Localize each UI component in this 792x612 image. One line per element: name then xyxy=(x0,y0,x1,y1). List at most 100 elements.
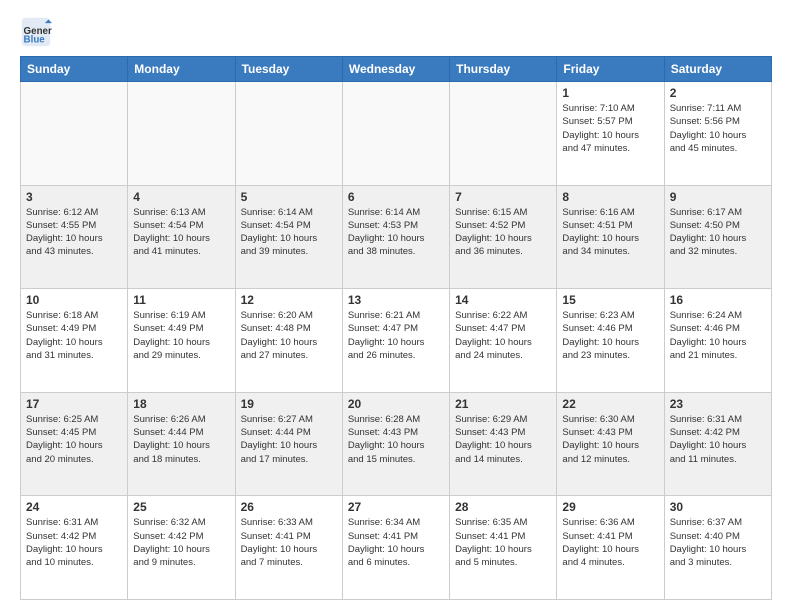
calendar-cell: 26Sunrise: 6:33 AM Sunset: 4:41 PM Dayli… xyxy=(235,496,342,600)
calendar-cell xyxy=(450,82,557,186)
day-number: 20 xyxy=(348,397,444,411)
calendar: SundayMondayTuesdayWednesdayThursdayFrid… xyxy=(20,56,772,600)
day-number: 6 xyxy=(348,190,444,204)
day-info: Sunrise: 7:10 AM Sunset: 5:57 PM Dayligh… xyxy=(562,102,658,155)
calendar-cell: 11 Sunrise: 6:19 AM Sunset: 4:49 PM Dayli… xyxy=(128,289,235,393)
weekday-header: Wednesday xyxy=(342,57,449,82)
calendar-cell: 15 Sunrise: 6:23 AM Sunset: 4:46 PM Dayli… xyxy=(557,289,664,393)
calendar-cell: 4Sunrise: 6:13 AM Sunset: 4:54 PM Daylig… xyxy=(128,185,235,289)
calendar-body: 1 Sunrise: 7:10 AM Sunset: 5:57 PM Daylig… xyxy=(21,82,772,600)
logo: General Blue xyxy=(20,16,56,48)
day-info: Sunrise: 6:14 AM Sunset: 4:53 PM Dayligh… xyxy=(348,206,444,259)
calendar-cell: 21 Sunrise: 6:29 AM Sunset: 4:43 PM Dayli… xyxy=(450,392,557,496)
day-number: 11 xyxy=(133,293,229,307)
day-info: Sunrise: 6:34 AM Sunset: 4:41 PM Dayligh… xyxy=(348,516,444,569)
calendar-cell: 30Sunrise: 6:37 AM Sunset: 4:40 PM Dayli… xyxy=(664,496,771,600)
calendar-cell: 13 Sunrise: 6:21 AM Sunset: 4:47 PM Dayli… xyxy=(342,289,449,393)
calendar-cell: 24 Sunrise: 6:31 AM Sunset: 4:42 PM Dayli… xyxy=(21,496,128,600)
day-info: Sunrise: 6:33 AM Sunset: 4:41 PM Dayligh… xyxy=(241,516,337,569)
day-number: 16 xyxy=(670,293,766,307)
day-info: Sunrise: 6:26 AM Sunset: 4:44 PM Dayligh… xyxy=(133,413,229,466)
day-info: Sunrise: 6:19 AM Sunset: 4:49 PM Dayligh… xyxy=(133,309,229,362)
day-number: 19 xyxy=(241,397,337,411)
calendar-cell xyxy=(235,82,342,186)
day-number: 21 xyxy=(455,397,551,411)
day-info: Sunrise: 6:27 AM Sunset: 4:44 PM Dayligh… xyxy=(241,413,337,466)
day-info: Sunrise: 6:31 AM Sunset: 4:42 PM Dayligh… xyxy=(670,413,766,466)
day-info: Sunrise: 7:11 AM Sunset: 5:56 PM Dayligh… xyxy=(670,102,766,155)
weekday-header: Tuesday xyxy=(235,57,342,82)
day-info: Sunrise: 6:36 AM Sunset: 4:41 PM Dayligh… xyxy=(562,516,658,569)
calendar-cell: 2 Sunrise: 7:11 AM Sunset: 5:56 PM Daylig… xyxy=(664,82,771,186)
day-number: 23 xyxy=(670,397,766,411)
weekday-header: Sunday xyxy=(21,57,128,82)
calendar-cell: 23 Sunrise: 6:31 AM Sunset: 4:42 PM Dayli… xyxy=(664,392,771,496)
day-info: Sunrise: 6:37 AM Sunset: 4:40 PM Dayligh… xyxy=(670,516,766,569)
day-number: 8 xyxy=(562,190,658,204)
day-info: Sunrise: 6:14 AM Sunset: 4:54 PM Dayligh… xyxy=(241,206,337,259)
calendar-cell: 16 Sunrise: 6:24 AM Sunset: 4:46 PM Dayli… xyxy=(664,289,771,393)
calendar-cell: 7 Sunrise: 6:15 AM Sunset: 4:52 PM Daylig… xyxy=(450,185,557,289)
calendar-cell: 6 Sunrise: 6:14 AM Sunset: 4:53 PM Daylig… xyxy=(342,185,449,289)
day-number: 2 xyxy=(670,86,766,100)
calendar-cell: 29 Sunrise: 6:36 AM Sunset: 4:41 PM Dayli… xyxy=(557,496,664,600)
day-info: Sunrise: 6:29 AM Sunset: 4:43 PM Dayligh… xyxy=(455,413,551,466)
calendar-cell: 17 Sunrise: 6:25 AM Sunset: 4:45 PM Dayli… xyxy=(21,392,128,496)
day-number: 13 xyxy=(348,293,444,307)
day-info: Sunrise: 6:12 AM Sunset: 4:55 PM Dayligh… xyxy=(26,206,122,259)
day-info: Sunrise: 6:21 AM Sunset: 4:47 PM Dayligh… xyxy=(348,309,444,362)
day-number: 17 xyxy=(26,397,122,411)
day-info: Sunrise: 6:22 AM Sunset: 4:47 PM Dayligh… xyxy=(455,309,551,362)
weekday-header: Friday xyxy=(557,57,664,82)
calendar-cell: 22Sunrise: 6:30 AM Sunset: 4:43 PM Dayli… xyxy=(557,392,664,496)
day-number: 9 xyxy=(670,190,766,204)
header: General Blue xyxy=(20,16,772,48)
weekday-header: Saturday xyxy=(664,57,771,82)
day-number: 25 xyxy=(133,500,229,514)
calendar-week: 3Sunrise: 6:12 AM Sunset: 4:55 PM Daylig… xyxy=(21,185,772,289)
calendar-cell: 14 Sunrise: 6:22 AM Sunset: 4:47 PM Dayli… xyxy=(450,289,557,393)
calendar-cell xyxy=(21,82,128,186)
calendar-cell: 25 Sunrise: 6:32 AM Sunset: 4:42 PM Dayli… xyxy=(128,496,235,600)
weekday-header: Monday xyxy=(128,57,235,82)
calendar-cell: 18Sunrise: 6:26 AM Sunset: 4:44 PM Dayli… xyxy=(128,392,235,496)
calendar-cell: 8 Sunrise: 6:16 AM Sunset: 4:51 PM Daylig… xyxy=(557,185,664,289)
day-number: 14 xyxy=(455,293,551,307)
day-info: Sunrise: 6:15 AM Sunset: 4:52 PM Dayligh… xyxy=(455,206,551,259)
weekday-row: SundayMondayTuesdayWednesdayThursdayFrid… xyxy=(21,57,772,82)
day-number: 29 xyxy=(562,500,658,514)
weekday-header: Thursday xyxy=(450,57,557,82)
day-info: Sunrise: 6:18 AM Sunset: 4:49 PM Dayligh… xyxy=(26,309,122,362)
day-info: Sunrise: 6:23 AM Sunset: 4:46 PM Dayligh… xyxy=(562,309,658,362)
calendar-week: 10Sunrise: 6:18 AM Sunset: 4:49 PM Dayli… xyxy=(21,289,772,393)
calendar-cell: 3Sunrise: 6:12 AM Sunset: 4:55 PM Daylig… xyxy=(21,185,128,289)
day-number: 7 xyxy=(455,190,551,204)
calendar-cell: 1 Sunrise: 7:10 AM Sunset: 5:57 PM Daylig… xyxy=(557,82,664,186)
day-number: 4 xyxy=(133,190,229,204)
day-number: 28 xyxy=(455,500,551,514)
calendar-cell: 5Sunrise: 6:14 AM Sunset: 4:54 PM Daylig… xyxy=(235,185,342,289)
day-number: 27 xyxy=(348,500,444,514)
day-info: Sunrise: 6:25 AM Sunset: 4:45 PM Dayligh… xyxy=(26,413,122,466)
calendar-week: 24 Sunrise: 6:31 AM Sunset: 4:42 PM Dayli… xyxy=(21,496,772,600)
day-info: Sunrise: 6:32 AM Sunset: 4:42 PM Dayligh… xyxy=(133,516,229,569)
day-info: Sunrise: 6:30 AM Sunset: 4:43 PM Dayligh… xyxy=(562,413,658,466)
calendar-cell: 9Sunrise: 6:17 AM Sunset: 4:50 PM Daylig… xyxy=(664,185,771,289)
calendar-cell: 12Sunrise: 6:20 AM Sunset: 4:48 PM Dayli… xyxy=(235,289,342,393)
page: General Blue SundayMondayTuesdayWednesda… xyxy=(0,0,792,612)
calendar-cell: 27 Sunrise: 6:34 AM Sunset: 4:41 PM Dayli… xyxy=(342,496,449,600)
day-info: Sunrise: 6:16 AM Sunset: 4:51 PM Dayligh… xyxy=(562,206,658,259)
calendar-header: SundayMondayTuesdayWednesdayThursdayFrid… xyxy=(21,57,772,82)
calendar-cell: 10Sunrise: 6:18 AM Sunset: 4:49 PM Dayli… xyxy=(21,289,128,393)
day-number: 1 xyxy=(562,86,658,100)
day-info: Sunrise: 6:24 AM Sunset: 4:46 PM Dayligh… xyxy=(670,309,766,362)
day-info: Sunrise: 6:31 AM Sunset: 4:42 PM Dayligh… xyxy=(26,516,122,569)
day-info: Sunrise: 6:20 AM Sunset: 4:48 PM Dayligh… xyxy=(241,309,337,362)
logo-icon: General Blue xyxy=(20,16,52,48)
calendar-week: 1 Sunrise: 7:10 AM Sunset: 5:57 PM Daylig… xyxy=(21,82,772,186)
calendar-cell: 28 Sunrise: 6:35 AM Sunset: 4:41 PM Dayli… xyxy=(450,496,557,600)
calendar-cell: 19 Sunrise: 6:27 AM Sunset: 4:44 PM Dayli… xyxy=(235,392,342,496)
day-info: Sunrise: 6:35 AM Sunset: 4:41 PM Dayligh… xyxy=(455,516,551,569)
day-number: 24 xyxy=(26,500,122,514)
day-number: 15 xyxy=(562,293,658,307)
